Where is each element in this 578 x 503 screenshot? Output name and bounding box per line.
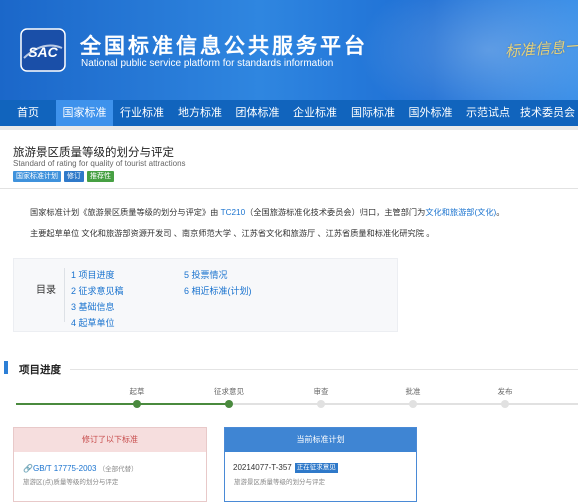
step-dot-approval bbox=[409, 400, 417, 408]
current-plan-card: 当前标准计划 20214077-T-357 正在征求意见 旅游景区质量等级的划分与… bbox=[224, 427, 417, 502]
nav-item-enterprise-standards[interactable]: 企业标准 bbox=[286, 100, 344, 126]
step-label-approval: 批准 bbox=[405, 387, 421, 396]
header-banner: SAC 全国标准信息公共服务平台 National public service… bbox=[0, 0, 578, 100]
nav-item-group-standards[interactable]: 团体标准 bbox=[229, 100, 286, 126]
step-label-comments: 征求意见 bbox=[214, 387, 244, 396]
section-rule bbox=[70, 369, 578, 370]
description-end: 。 bbox=[496, 208, 505, 217]
progress-track-pending bbox=[229, 403, 578, 405]
toc-item-draft-comments[interactable]: 2 征求意见稿 bbox=[71, 284, 124, 297]
tc-link[interactable]: TC210 bbox=[221, 208, 246, 217]
nav-item-local-standards[interactable]: 地方标准 bbox=[171, 100, 229, 126]
title-divider bbox=[0, 188, 578, 189]
progress-track-done bbox=[16, 403, 229, 405]
site-title: 全国标准信息公共服务平台 bbox=[80, 35, 368, 58]
main-nav: 首页 国家标准 行业标准 地方标准 团体标准 企业标准 国际标准 国外标准 示范… bbox=[0, 100, 578, 126]
step-label-review: 审查 bbox=[313, 387, 329, 396]
nav-item-pilot-demo[interactable]: 示范试点 bbox=[459, 100, 517, 126]
section-marker bbox=[4, 361, 8, 374]
sac-logo-icon[interactable]: SAC bbox=[20, 28, 66, 72]
toc-item-drafting-units[interactable]: 4 起草单位 bbox=[71, 316, 115, 329]
tag-revision: 修订 bbox=[64, 171, 84, 182]
link-icon: 🔗 bbox=[23, 464, 33, 473]
step-dot-drafting bbox=[133, 400, 141, 408]
tag-national-plan: 国家标准计划 bbox=[13, 171, 61, 182]
nav-item-international-standards[interactable]: 国际标准 bbox=[344, 100, 402, 126]
description-line-2: 主要起草单位 文化和旅游部资源开发司 、南京师范大学 、江苏省文化和旅游厅 、江… bbox=[30, 229, 435, 238]
tag-recommended: 推荐性 bbox=[87, 171, 114, 182]
department-link[interactable]: 文化和旅游部(文化) bbox=[425, 208, 496, 217]
toc-item-voting[interactable]: 5 投票情况 bbox=[184, 268, 228, 281]
step-dot-release bbox=[501, 400, 509, 408]
toc-item-progress[interactable]: 1 项目进度 bbox=[71, 268, 115, 281]
progress-section-title: 项目进度 bbox=[19, 364, 61, 376]
nav-item-home[interactable]: 首页 bbox=[0, 100, 56, 126]
replaced-standard-heading: 修订了以下标准 bbox=[14, 428, 206, 452]
replaced-code-text[interactable]: GB/T 17775-2003 bbox=[33, 464, 96, 473]
description-line-1: 国家标准计划《旅游景区质量等级的划分与评定》由 TC210（全国旅游标准化技术委… bbox=[30, 206, 504, 218]
content-panel: 旅游景区质量等级的划分与评定 Standard of rating for qu… bbox=[0, 126, 578, 503]
step-label-drafting: 起草 bbox=[129, 387, 145, 396]
step-dot-comments bbox=[225, 400, 233, 408]
current-plan-name: 旅游景区质量等级的划分与评定 bbox=[234, 479, 325, 486]
page: SAC 全国标准信息公共服务平台 National public service… bbox=[0, 0, 578, 503]
toc-item-similar-standards[interactable]: 6 相近标准(计划) bbox=[184, 284, 252, 297]
nav-item-tech-committee[interactable]: 技术委员会 bbox=[517, 100, 578, 126]
replaced-standard-card: 修订了以下标准 🔗GB/T 17775-2003 （全部代替） 旅游区(点)质量… bbox=[13, 427, 207, 502]
site-subtitle: National public service platform for sta… bbox=[81, 58, 334, 69]
standard-tags: 国家标准计划 修订 推荐性 bbox=[13, 171, 114, 182]
current-plan-heading: 当前标准计划 bbox=[225, 428, 416, 452]
description-prefix: 国家标准计划《旅游景区质量等级的划分与评定》由 bbox=[30, 208, 221, 217]
toc-item-basic-info[interactable]: 3 基础信息 bbox=[71, 300, 115, 313]
logo-text: SAC bbox=[28, 44, 58, 60]
toc-separator bbox=[64, 268, 65, 322]
nav-item-industry-standards[interactable]: 行业标准 bbox=[113, 100, 171, 126]
replaced-standard-name: 旅游区(点)质量等级的划分与评定 bbox=[23, 479, 119, 486]
standard-title: 旅游景区质量等级的划分与评定 bbox=[13, 147, 174, 159]
nav-item-foreign-standards[interactable]: 国外标准 bbox=[402, 100, 459, 126]
toc-label: 目录 bbox=[36, 285, 56, 296]
standard-title-en: Standard of rating for quality of touris… bbox=[13, 159, 186, 168]
step-label-release: 发布 bbox=[497, 387, 513, 396]
replaced-standard-code[interactable]: 🔗GB/T 17775-2003 （全部代替） bbox=[23, 463, 138, 473]
plan-code-text: 20214077-T-357 bbox=[233, 463, 292, 472]
status-badge: 正在征求意见 bbox=[294, 463, 338, 473]
table-of-contents: 目录 1 项目进度 2 征求意见稿 3 基础信息 4 起草单位 5 投票情况 6… bbox=[13, 258, 398, 332]
step-dot-review bbox=[317, 400, 325, 408]
nav-item-national-standards[interactable]: 国家标准 bbox=[56, 100, 113, 126]
replaced-code-note: （全部代替） bbox=[98, 466, 138, 473]
current-plan-code: 20214077-T-357 正在征求意见 bbox=[233, 463, 338, 473]
description-mid: （全国旅游标准化技术委员会）归口，主管部门为 bbox=[245, 208, 426, 217]
